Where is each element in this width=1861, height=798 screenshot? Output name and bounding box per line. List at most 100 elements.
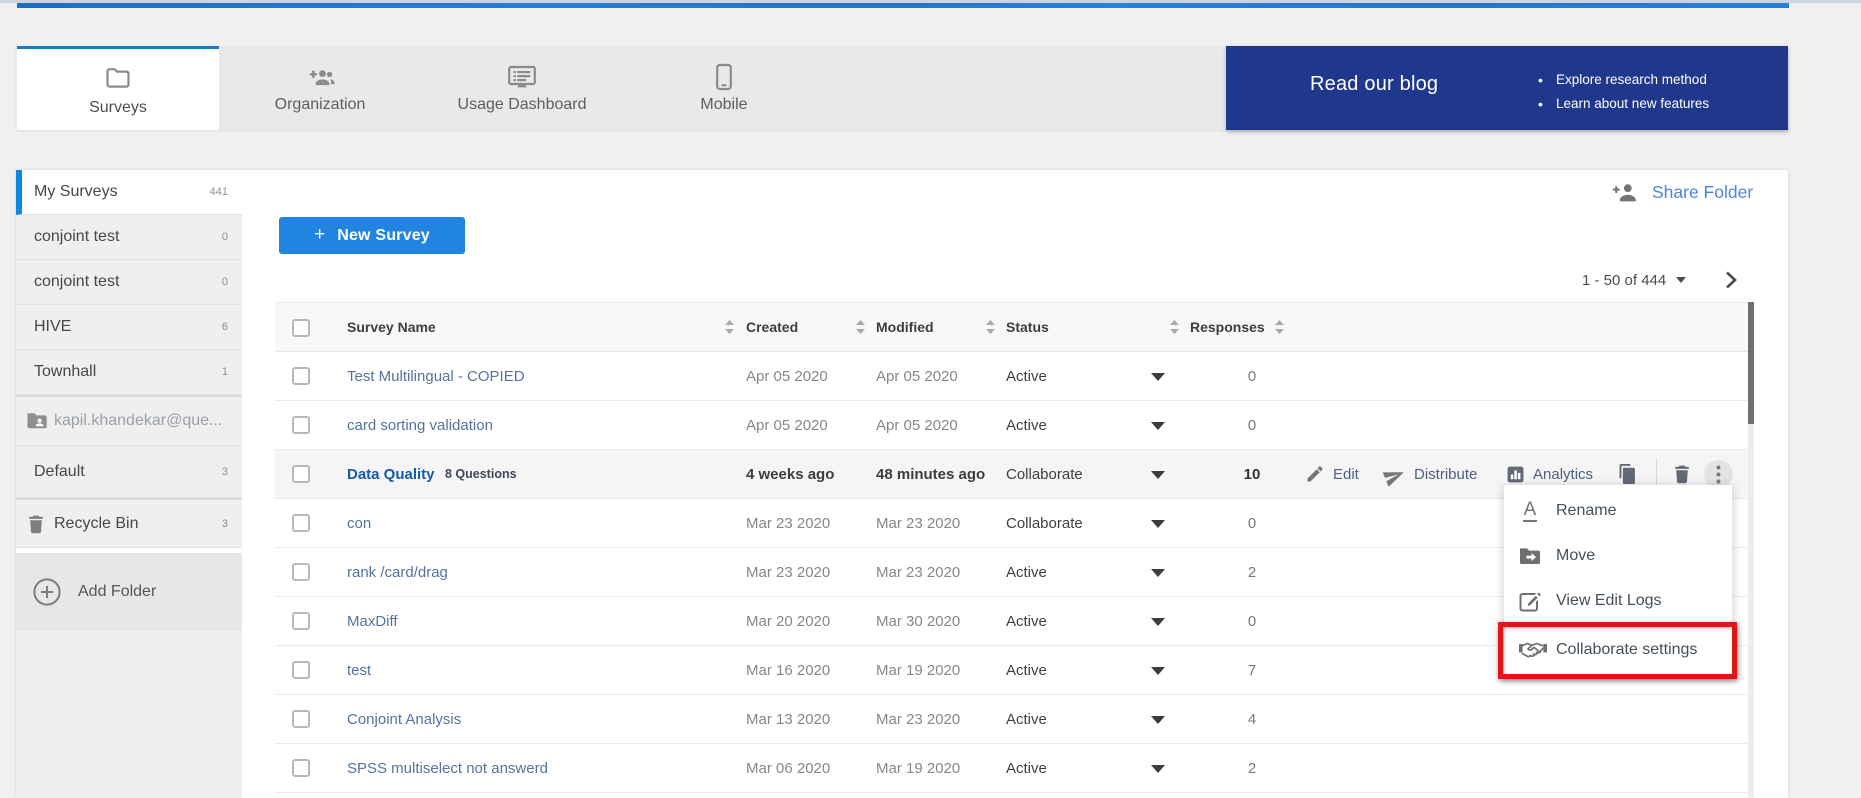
- status-dropdown-caret[interactable]: [1151, 667, 1165, 675]
- modified-cell: Mar 23 2020: [876, 548, 960, 596]
- sidebar-item-default[interactable]: Default 3: [16, 446, 242, 498]
- modified-cell: Mar 19 2020: [876, 744, 960, 792]
- sidebar-item-count: 3: [222, 518, 228, 530]
- status-dropdown-caret[interactable]: [1151, 373, 1165, 381]
- distribute-label: Distribute: [1414, 466, 1477, 483]
- row-checkbox[interactable]: [292, 759, 310, 777]
- survey-row: card sorting validationApr 05 2020 Apr 0…: [275, 401, 1748, 450]
- table-scrollbar[interactable]: [1748, 302, 1754, 798]
- column-header-created[interactable]: Created: [746, 303, 798, 351]
- survey-name-link[interactable]: con: [347, 499, 371, 547]
- status-dropdown-caret[interactable]: [1151, 569, 1165, 577]
- status-dropdown-caret[interactable]: [1151, 716, 1165, 724]
- row-checkbox[interactable]: [292, 563, 310, 581]
- question-count-badge: 8 Questions: [445, 450, 517, 498]
- pagination-next-button[interactable]: [1723, 270, 1739, 290]
- tab-usage-dashboard[interactable]: Usage Dashboard: [421, 46, 623, 130]
- status-dropdown-caret[interactable]: [1151, 422, 1165, 430]
- column-header-status[interactable]: Status: [1006, 303, 1049, 351]
- add-circle-icon: [32, 577, 62, 607]
- sidebar-empty-area: [16, 631, 242, 798]
- tab-label: Organization: [219, 96, 421, 114]
- sidebar-item-count: 6: [222, 321, 228, 333]
- status-cell: Active: [1006, 695, 1047, 743]
- analytics-label: Analytics: [1533, 466, 1593, 483]
- status-dropdown-caret[interactable]: [1151, 471, 1165, 479]
- responses-cell: 10: [1212, 450, 1292, 498]
- column-header-responses[interactable]: Responses: [1190, 303, 1265, 351]
- row-checkbox[interactable]: [292, 367, 310, 385]
- banner-bullet-list: Explore research method Learn about new …: [1538, 68, 1709, 116]
- sidebar-item-my-surveys[interactable]: My Surveys 441: [16, 170, 242, 215]
- survey-name-link[interactable]: MaxDiff: [347, 597, 398, 645]
- sidebar-item-townhall[interactable]: Townhall 1: [16, 350, 242, 395]
- sort-icon[interactable]: [725, 320, 734, 334]
- menu-item-view-edit-logs[interactable]: View Edit Logs: [1504, 578, 1732, 623]
- created-cell: Mar 16 2020: [746, 646, 830, 694]
- status-dropdown-caret[interactable]: [1151, 618, 1165, 626]
- rename-icon: A: [1518, 499, 1542, 523]
- sidebar-item-conjoint-test-2[interactable]: conjoint test 0: [16, 260, 242, 305]
- add-folder-button[interactable]: Add Folder: [16, 553, 242, 631]
- status-cell: Collaborate: [1006, 450, 1083, 498]
- distribute-action[interactable]: Distribute: [1383, 450, 1477, 498]
- menu-item-label: View Edit Logs: [1556, 592, 1662, 610]
- new-survey-button[interactable]: + New Survey: [279, 217, 465, 254]
- annotation-highlight-box: [1498, 622, 1737, 679]
- sidebar-item-shared-account[interactable]: kapil.khandekar@que...: [16, 397, 242, 446]
- menu-item-move[interactable]: Move: [1504, 533, 1732, 578]
- modified-cell: Mar 19 2020: [876, 646, 960, 694]
- survey-name-link[interactable]: card sorting validation: [347, 401, 493, 449]
- column-header-survey-name[interactable]: Survey Name: [347, 303, 436, 351]
- pagination: 1 - 50 of 444: [1582, 269, 1739, 291]
- share-folder-button[interactable]: Share Folder: [1612, 179, 1753, 205]
- responses-cell: 0: [1212, 352, 1292, 400]
- select-all-checkbox[interactable]: [292, 319, 310, 337]
- row-checkbox[interactable]: [292, 710, 310, 728]
- blog-banner[interactable]: Read our blog Explore research method Le…: [1226, 46, 1788, 130]
- row-checkbox[interactable]: [292, 514, 310, 532]
- sort-icon[interactable]: [1275, 320, 1284, 334]
- survey-name-link[interactable]: test: [347, 646, 371, 694]
- survey-name-link[interactable]: Test Multilingual - COPIED: [347, 352, 525, 400]
- survey-name-link[interactable]: Conjoint Analysis: [347, 695, 461, 743]
- pagination-range: 1 - 50 of 444: [1582, 272, 1666, 289]
- created-cell: Mar 13 2020: [746, 695, 830, 743]
- modified-cell: Mar 23 2020: [876, 695, 960, 743]
- sort-icon[interactable]: [1170, 320, 1179, 334]
- survey-name-link[interactable]: rank /card/drag: [347, 548, 448, 596]
- edit-action[interactable]: Edit: [1305, 450, 1359, 498]
- pagination-dropdown-caret[interactable]: [1676, 277, 1686, 283]
- survey-name-link[interactable]: Data Quality: [347, 450, 435, 498]
- scrollbar-thumb[interactable]: [1748, 302, 1754, 424]
- tab-mobile[interactable]: Mobile: [623, 46, 825, 130]
- modified-cell: 48 minutes ago: [876, 450, 985, 498]
- menu-item-rename[interactable]: A Rename: [1504, 488, 1732, 533]
- responses-cell: 2: [1212, 548, 1292, 596]
- kebab-icon: [1716, 465, 1721, 484]
- column-header-modified[interactable]: Modified: [876, 303, 934, 351]
- sidebar-item-conjoint-test-1[interactable]: conjoint test 0: [16, 215, 242, 260]
- survey-name-link[interactable]: SPSS multiselect not answerd: [347, 744, 548, 792]
- mobile-icon: [623, 62, 825, 92]
- tab-surveys[interactable]: Surveys: [17, 46, 219, 130]
- sort-icon[interactable]: [986, 320, 995, 334]
- responses-cell: 2: [1212, 744, 1292, 792]
- survey-row: SPSS multiselect not answerdMar 06 2020 …: [275, 744, 1748, 793]
- modified-cell: Mar 30 2020: [876, 597, 960, 645]
- created-cell: Apr 05 2020: [746, 352, 828, 400]
- tab-organization[interactable]: Organization: [219, 46, 421, 130]
- sort-icon[interactable]: [856, 320, 865, 334]
- responses-cell: 0: [1212, 401, 1292, 449]
- row-checkbox[interactable]: [292, 416, 310, 434]
- status-dropdown-caret[interactable]: [1151, 520, 1165, 528]
- status-dropdown-caret[interactable]: [1151, 765, 1165, 773]
- row-checkbox[interactable]: [292, 465, 310, 483]
- share-folder-label: Share Folder: [1652, 182, 1753, 203]
- created-cell: Mar 20 2020: [746, 597, 830, 645]
- sidebar-item-recycle-bin[interactable]: Recycle Bin 3: [16, 500, 242, 548]
- sidebar-item-hive[interactable]: HIVE 6: [16, 305, 242, 350]
- row-checkbox[interactable]: [292, 661, 310, 679]
- modified-cell: Apr 05 2020: [876, 401, 958, 449]
- row-checkbox[interactable]: [292, 612, 310, 630]
